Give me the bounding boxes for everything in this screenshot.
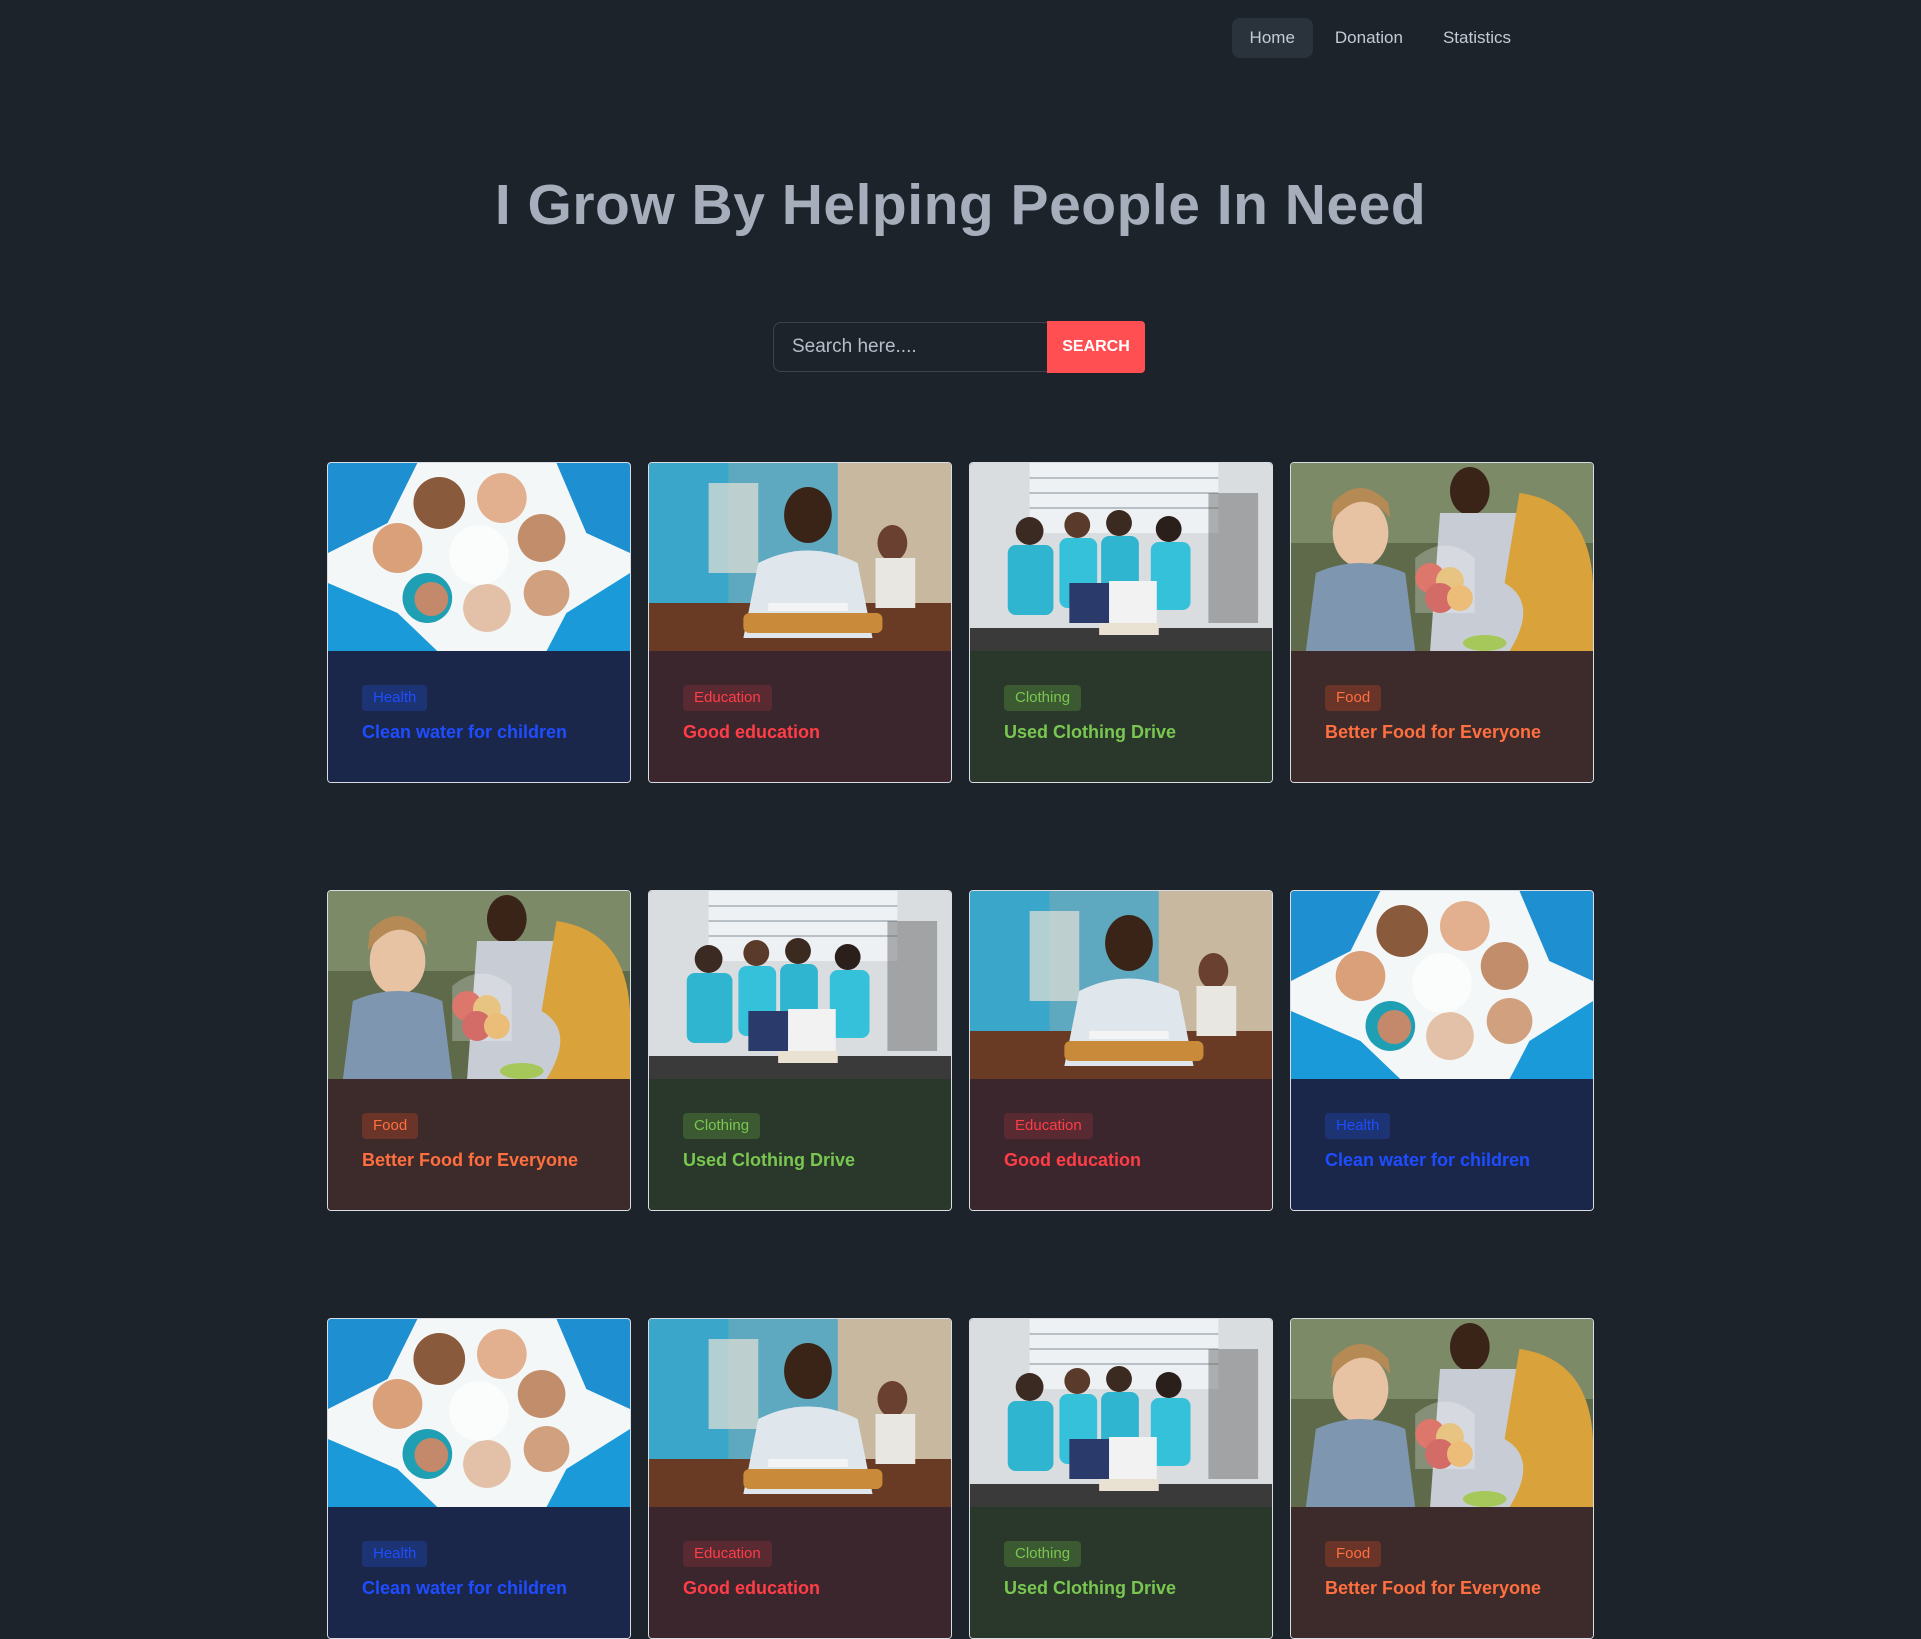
volunteers-huddle-photo <box>328 463 630 651</box>
food-donation-photo <box>328 891 630 1079</box>
card-title: Good education <box>683 1578 820 1598</box>
donation-card[interactable]: Food Better Food for Everyone <box>327 890 631 1211</box>
card-title: Good education <box>683 722 820 742</box>
donation-card[interactable]: Clothing Used Clothing Drive <box>648 890 952 1211</box>
food-donation-photo <box>1291 463 1593 651</box>
hero-title: I Grow By Helping People In Need <box>494 173 1427 237</box>
category-badge: Clothing <box>1004 685 1082 711</box>
search-button[interactable]: SEARCH <box>1047 321 1145 373</box>
nav-statistics[interactable]: Statistics <box>1425 18 1529 58</box>
category-badge: Clothing <box>683 1113 761 1139</box>
donation-card[interactable]: Food Better Food for Everyone <box>1290 1318 1594 1639</box>
donation-card[interactable]: Education Good education <box>969 890 1273 1211</box>
card-body: Education Good education <box>970 1079 1272 1210</box>
category-badge: Clothing <box>1004 1541 1082 1567</box>
category-badge: Food <box>1325 685 1382 711</box>
donation-card[interactable]: Education Good education <box>648 1318 952 1639</box>
card-body: Food Better Food for Everyone <box>1291 651 1593 782</box>
category-badge: Education <box>683 685 772 711</box>
student-classroom-photo <box>649 463 951 651</box>
donation-card[interactable]: Clothing Used Clothing Drive <box>969 1318 1273 1639</box>
donation-card[interactable]: Health Clean water for children <box>327 462 631 783</box>
card-title: Good education <box>1004 1150 1141 1170</box>
category-badge: Food <box>1325 1541 1382 1567</box>
food-donation-photo <box>1291 1319 1593 1507</box>
top-nav: Home Donation Statistics <box>1231 18 1529 58</box>
card-title: Better Food for Everyone <box>1325 722 1542 742</box>
category-badge: Education <box>683 1541 772 1567</box>
card-title: Used Clothing Drive <box>1004 1578 1177 1598</box>
donation-card[interactable]: Clothing Used Clothing Drive <box>969 462 1273 783</box>
clothing-donation-photo <box>970 1319 1272 1507</box>
volunteers-huddle-photo <box>1291 891 1593 1079</box>
card-body: Education Good education <box>649 1507 951 1638</box>
card-title: Better Food for Everyone <box>1325 1578 1542 1598</box>
card-body: Food Better Food for Everyone <box>328 1079 630 1210</box>
card-body: Clothing Used Clothing Drive <box>970 1507 1272 1638</box>
card-title: Better Food for Everyone <box>362 1150 579 1170</box>
donation-card[interactable]: Food Better Food for Everyone <box>1290 462 1594 783</box>
donation-card-grid: Health Clean water for children Education… <box>327 462 1594 1639</box>
nav-home[interactable]: Home <box>1231 18 1313 58</box>
student-classroom-photo <box>970 891 1272 1079</box>
card-body: Food Better Food for Everyone <box>1291 1507 1593 1638</box>
donation-card[interactable]: Health Clean water for children <box>1290 890 1594 1211</box>
card-body: Health Clean water for children <box>328 651 630 782</box>
category-badge: Education <box>1004 1113 1093 1139</box>
search-input[interactable] <box>773 322 1047 372</box>
nav-donation[interactable]: Donation <box>1317 18 1421 58</box>
donation-card[interactable]: Health Clean water for children <box>327 1318 631 1639</box>
category-badge: Food <box>362 1113 419 1139</box>
card-title: Used Clothing Drive <box>1004 722 1177 742</box>
donation-card[interactable]: Education Good education <box>648 462 952 783</box>
clothing-donation-photo <box>649 891 951 1079</box>
card-body: Health Clean water for children <box>328 1507 630 1638</box>
card-body: Clothing Used Clothing Drive <box>970 651 1272 782</box>
card-body: Health Clean water for children <box>1291 1079 1593 1210</box>
volunteers-huddle-photo <box>328 1319 630 1507</box>
card-title: Clean water for children <box>362 722 568 742</box>
card-title: Clean water for children <box>362 1578 568 1598</box>
category-badge: Health <box>362 1541 428 1567</box>
category-badge: Health <box>1325 1113 1391 1139</box>
card-body: Education Good education <box>649 651 951 782</box>
search-bar: SEARCH <box>773 321 1145 374</box>
card-title: Used Clothing Drive <box>683 1150 856 1170</box>
card-body: Clothing Used Clothing Drive <box>649 1079 951 1210</box>
student-classroom-photo <box>649 1319 951 1507</box>
clothing-donation-photo <box>970 463 1272 651</box>
card-title: Clean water for children <box>1325 1150 1531 1170</box>
category-badge: Health <box>362 685 428 711</box>
